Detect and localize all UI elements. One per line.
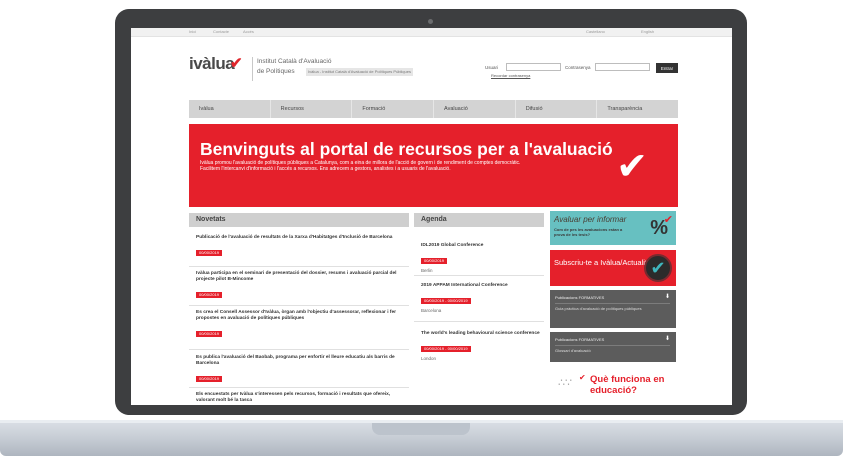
check-icon: ✔	[616, 146, 648, 188]
banner-category: Publicacions FORMATIVES	[555, 295, 605, 300]
divider	[414, 321, 544, 322]
institute-tag: Ivàlua - Institut Català d'Avaluació de …	[306, 68, 413, 76]
banner-text: Com de pes les avaluacions estan a prova…	[554, 227, 623, 237]
agenda-heading: Agenda	[414, 213, 544, 227]
glossari-banner[interactable]: Publicacions FORMATIVES ⬇ Glossari d'ava…	[550, 332, 676, 362]
news-title[interactable]: Publicació de l'avaluació de resultats d…	[196, 235, 402, 241]
news-item[interactable]: Els encuestats per Ivàlua s'interessen p…	[196, 392, 402, 404]
subscribe-banner[interactable]: Subscriu-te a Ivàlua/Actualitat ✔	[550, 250, 676, 286]
divider	[252, 57, 253, 81]
main-nav: Ivàlua Recursos Formació Avaluació Difus…	[189, 100, 678, 118]
login-button[interactable]: Entrar	[656, 63, 678, 73]
hero-banner: Benvinguts al portal de recursos per a l…	[189, 124, 678, 207]
agenda-column: Agenda IDL2019 Global Conference 00/00/2…	[414, 213, 544, 361]
date-badge: 00/00/2019	[421, 258, 448, 264]
event-location: Berlin	[421, 268, 433, 273]
event-item[interactable]: IDL2019 Global Conference 00/00/2019 Ber…	[421, 243, 541, 273]
user-input[interactable]	[506, 63, 561, 71]
guia-banner[interactable]: Publicacions FORMATIVES ⬇ Guia pràctica …	[550, 290, 676, 328]
institute-name-line2: de Polítiques	[257, 68, 295, 75]
nav-item-transparencia[interactable]: Transparència	[597, 100, 678, 118]
date-badge: 00/00/2019	[196, 250, 223, 256]
nav-item-avaluacio[interactable]: Avaluació	[434, 100, 516, 118]
nav-item-formacio[interactable]: Formació	[352, 100, 435, 118]
divider	[189, 305, 409, 306]
divider	[189, 387, 409, 388]
nav-item-recursos[interactable]: Recursos	[271, 100, 353, 118]
laptop-notch	[372, 423, 470, 435]
download-icon: ⬇	[664, 294, 670, 300]
forgot-password-link[interactable]: Recordar contrasenya	[491, 73, 530, 78]
date-badge: 00/00/2019 - 00/00/2019	[421, 346, 471, 352]
password-input[interactable]	[595, 63, 650, 71]
news-title[interactable]: Es publica l'avaluació del Baobab, progr…	[196, 355, 402, 367]
download-icon: ⬇	[664, 336, 670, 342]
event-title[interactable]: 2019 APPAM International Conference	[421, 283, 541, 289]
check-icon: ✔	[579, 373, 586, 382]
hero-title: Benvinguts al portal de recursos per a l…	[200, 139, 613, 159]
password-label: Contrasenya	[565, 65, 591, 70]
institute-name-line1: Institut Català d'Avaluació	[257, 58, 332, 65]
logo-check-icon: ✔	[230, 55, 243, 72]
news-title[interactable]: Es crea el Consell Assessor d'Ivàlua, òr…	[196, 310, 402, 322]
news-title[interactable]: Els encuestats per Ivàlua s'interessen p…	[196, 392, 402, 404]
topbar-link[interactable]: Contacte	[213, 29, 229, 34]
event-location: Barcelona	[421, 308, 442, 313]
check-icon: ✔	[663, 214, 673, 226]
news-item[interactable]: Es publica l'avaluació del Baobab, progr…	[196, 355, 402, 385]
event-location: London	[421, 356, 437, 361]
topbar-link[interactable]: Inici	[189, 29, 196, 34]
news-title[interactable]: Ivàlua participa en el seminari de prese…	[196, 271, 402, 283]
novetats-column: Novetats Publicació de l'avaluació de re…	[189, 213, 409, 403]
que-funciona-banner[interactable]: ∴∵ ✔ Què funciona en educació?	[550, 366, 676, 404]
news-item[interactable]: Es crea el Consell Assessor d'Ivàlua, òr…	[196, 310, 402, 340]
banner-category: Publicacions FORMATIVES	[555, 337, 605, 342]
event-item[interactable]: 2019 APPAM International Conference 00/0…	[421, 283, 541, 313]
news-item[interactable]: Ivàlua participa en el seminari de prese…	[196, 271, 402, 301]
nav-item-difusio[interactable]: Difusió	[516, 100, 598, 118]
topbar-link[interactable]: English	[641, 29, 654, 34]
date-badge: 00/00/2019	[196, 376, 223, 382]
avaluar-per-informar-banner[interactable]: Avaluar per informar Com de pes les aval…	[550, 211, 676, 245]
topbar-link[interactable]: Accés	[243, 29, 254, 34]
browser-screen: Inici Contacte Accés Castellano English …	[131, 28, 732, 405]
topbar-link[interactable]: Castellano	[586, 29, 605, 34]
check-icon: ✔	[644, 254, 672, 282]
camera-icon	[428, 19, 433, 24]
divider	[189, 349, 409, 350]
site-logo[interactable]: ivàlua	[189, 54, 235, 74]
event-title[interactable]: IDL2019 Global Conference	[421, 243, 541, 249]
divider	[555, 345, 670, 346]
divider	[189, 266, 409, 267]
date-badge: 00/00/2019	[196, 292, 223, 298]
news-item[interactable]: Publicació de l'avaluació de resultats d…	[196, 235, 402, 259]
user-label: Usuari	[485, 65, 499, 70]
divider	[414, 275, 544, 276]
site-header: ivàlua ✔ Institut Català d'Avaluació de …	[131, 37, 732, 94]
banner-title: Avaluar per informar	[554, 215, 627, 224]
banner-text: Guia pràctica d'avaluació de polítiques …	[555, 306, 642, 311]
banner-text: Glossari d'avaluació	[555, 348, 591, 353]
divider	[555, 303, 670, 304]
top-utility-bar: Inici Contacte Accés Castellano English	[131, 28, 732, 37]
banner-text: Què funciona en educació?	[590, 374, 665, 396]
dots-graphic-icon: ∴∵	[558, 377, 572, 389]
hero-text: Ivàlua promou l'avaluació de polítiques …	[200, 160, 521, 173]
banner-text: Subscriu-te a Ivàlua/Actualitat	[554, 258, 654, 267]
event-item[interactable]: The world's leading behavioural science …	[421, 331, 541, 361]
date-badge: 00/00/2019 - 00/00/2019	[421, 298, 471, 304]
novetats-heading: Novetats	[189, 213, 409, 227]
nav-item-ivalua[interactable]: Ivàlua	[189, 100, 271, 118]
date-badge: 00/00/2019	[196, 331, 223, 337]
event-title[interactable]: The world's leading behavioural science …	[421, 331, 541, 337]
